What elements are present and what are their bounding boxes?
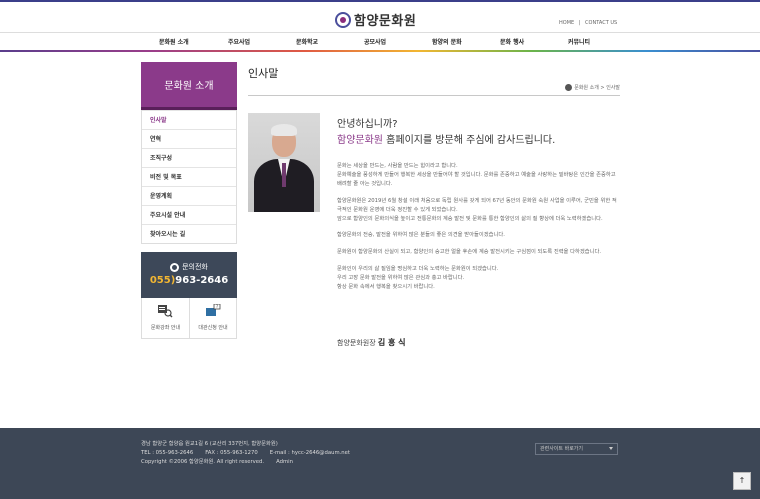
sidebar-title: 문화원 소개 — [141, 62, 237, 110]
related-sites-select[interactable]: 관련사이트 바로가기 — [535, 443, 618, 455]
sidebar-item-organization[interactable]: 조직구성 — [142, 148, 236, 167]
phone-icon — [170, 262, 180, 272]
quick-link-rental[interactable]: ? 대관신청 안내 — [188, 298, 236, 338]
signature-title: 함양문화원장 — [337, 339, 378, 347]
sidebar-menu: 인사말 연혁 조직구성 비전 및 목표 운영계획 주요시설 안내 찾아오시는 길 — [141, 110, 237, 244]
photo-hair — [271, 124, 297, 136]
sidebar-item-greeting[interactable]: 인사말 — [142, 110, 236, 129]
contact-phone-label: 문의전화 — [182, 263, 208, 271]
contact-phone-number: 055)963-2646 — [141, 275, 237, 286]
contact-link[interactable]: CONTACT US — [585, 20, 617, 26]
signature: 함양문화원장 김 흥 식 — [337, 337, 406, 348]
footer-email: E-mail : hycc-2646@daum.net — [269, 450, 350, 456]
quick-link-rental-label: 대관신청 안내 — [198, 325, 228, 331]
nav-item-events[interactable]: 문화 행사 — [500, 37, 524, 46]
top-links: HOME | CONTACT US — [559, 20, 620, 26]
footer-contacts: TEL : 055-963-2646 FAX : 055-963-1270 E-ma… — [141, 449, 350, 458]
footer-tel: TEL : 055-963-2646 — [141, 450, 194, 456]
site-logo[interactable]: 함양문화원 — [335, 10, 416, 29]
contact-phone-title: 문의전화 — [141, 262, 237, 272]
nav-item-projects[interactable]: 주요사업 — [228, 37, 250, 46]
footer-copyright: Copyright ©2006 함양문화원. All right reserve… — [141, 459, 265, 465]
body-paragraph: 함양문화원은 2019년 6월 창설 이래 처음으로 독립 원사를 갖게 되어 … — [337, 197, 617, 222]
greeting-rest: 홈페이지를 방문해 주심에 감사드립니다. — [383, 135, 556, 146]
nav-item-community[interactable]: 커뮤니티 — [568, 37, 590, 46]
quick-link-courses[interactable]: 문화강좌 안내 — [142, 298, 189, 338]
director-photo — [248, 113, 320, 212]
greeting-body: 문화는 세상을 만드는, 사람을 만드는 힘이라고 합니다. 문화예술을 풍성하게… — [337, 162, 620, 300]
body-paragraph: 함양문화의 전승, 발전을 위하여 많은 분들의 좋은 의견을 받아들이겠습니다… — [337, 232, 505, 239]
breadcrumb-text: 문화원 소개 > 인사말 — [574, 85, 620, 91]
greeting-line-1: 안녕하십니까? — [337, 119, 398, 130]
top-links-divider: | — [578, 20, 581, 26]
nav-item-about[interactable]: 문화원 소개 — [159, 37, 189, 46]
photo-tie — [282, 163, 286, 187]
sidebar-item-directions[interactable]: 찾아오시는 길 — [142, 224, 236, 243]
home-link[interactable]: HOME — [559, 20, 574, 26]
body-paragraph: 문화는 세상을 만드는, 사람을 만드는 힘이라고 합니다. 문화예술을 풍성하게… — [337, 163, 616, 187]
quick-link-courses-label: 문화강좌 안내 — [150, 325, 181, 331]
footer-fax: FAX : 055-963-1270 — [205, 450, 258, 456]
body-paragraph: 문화인이 우리의 삶 질임을 명심하고 더욱 노력하는 문화원이 되겠습니다. 우… — [337, 266, 499, 291]
sidebar-item-vision[interactable]: 비전 및 목표 — [142, 167, 236, 186]
lecture-search-icon — [158, 305, 173, 318]
footer-info: 경남 함양군 함양읍 원교1길 6 (교산리 337번지, 함양문화원) TEL… — [141, 440, 350, 467]
phone-area-code: 055) — [149, 275, 176, 286]
sidebar: 문화원 소개 인사말 연혁 조직구성 비전 및 목표 운영계획 주요시설 안내 … — [141, 62, 237, 339]
main-nav: 문화원 소개 주요사업 문화학교 공모사업 함양의 문화 문화 행사 커뮤니티 — [0, 32, 760, 51]
rental-screen-icon: ? — [205, 303, 221, 316]
site-name: 함양문화원 — [354, 14, 417, 29]
logo-icon — [335, 11, 351, 28]
svg-text:?: ? — [216, 304, 218, 309]
nav-item-school[interactable]: 문화학교 — [296, 37, 318, 46]
signature-name: 김 흥 식 — [377, 338, 406, 347]
body-paragraph: 문화원이 함양문화의 산실이 되고, 함양인의 숭고한 얼을 후손에 계승 발전… — [337, 249, 602, 256]
quick-links: 문화강좌 안내 ? 대관신청 안내 — [141, 298, 237, 339]
sidebar-item-facilities[interactable]: 주요시설 안내 — [142, 205, 236, 224]
scroll-top-button[interactable]: ↑ — [733, 472, 751, 490]
contact-phone-box: 문의전화 055)963-2646 — [141, 252, 237, 298]
page-title: 인사말 — [248, 62, 620, 96]
breadcrumb: 문화원 소개 > 인사말 — [565, 84, 620, 91]
header: 함양문화원 HOME | CONTACT US — [0, 2, 760, 32]
footer-address: 경남 함양군 함양읍 원교1길 6 (교산리 337번지, 함양문화원) — [141, 441, 278, 447]
greeting-highlight: 함양문화원 — [337, 135, 383, 146]
home-icon — [565, 84, 573, 91]
footer: 경남 함양군 함양읍 원교1길 6 (교산리 337번지, 함양문화원) TEL… — [0, 428, 760, 499]
main-content: 인사말 문화원 소개 > 인사말 안녕하십니까? 함양문화원 홈페이지를 방문해… — [248, 62, 620, 347]
phone-number: 963-2646 — [175, 275, 229, 286]
nav-item-contest[interactable]: 공모사업 — [364, 37, 386, 46]
nav-item-culture[interactable]: 함양의 문화 — [432, 37, 462, 46]
sidebar-item-history[interactable]: 연혁 — [142, 129, 236, 148]
footer-admin-link[interactable]: Admin — [276, 459, 293, 465]
sidebar-item-plan[interactable]: 운영계획 — [142, 186, 236, 205]
footer-copyright-line: Copyright ©2006 함양문화원. All right reserve… — [141, 458, 350, 467]
greeting-line-2: 함양문화원 홈페이지를 방문해 주심에 감사드립니다. — [337, 131, 555, 146]
nav-color-bar — [0, 50, 760, 52]
